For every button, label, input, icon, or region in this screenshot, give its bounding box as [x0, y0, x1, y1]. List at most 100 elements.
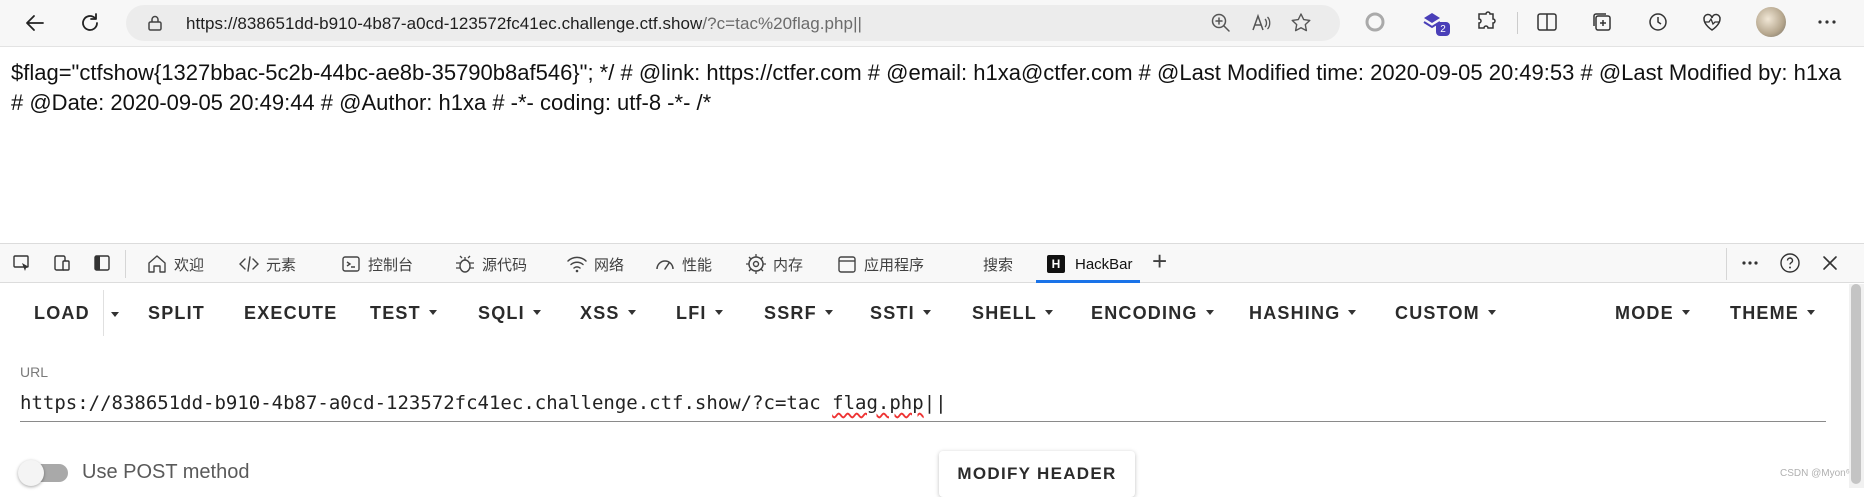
device-emulation-icon[interactable]: [52, 253, 72, 273]
split-screen-icon[interactable]: [1535, 10, 1559, 34]
bug-icon: [454, 253, 476, 275]
tab-label: 源代码: [482, 256, 528, 274]
gauge-icon: [654, 253, 676, 275]
puzzle-icon[interactable]: [1474, 10, 1498, 34]
tab-welcome[interactable]: 欢迎: [146, 252, 204, 276]
caret-down-icon: [1348, 309, 1357, 315]
url-host: https://838651dd-b910-4b87-a0cd-123572fc…: [186, 14, 703, 33]
url-field-label: URL: [20, 364, 49, 380]
close-icon[interactable]: [1820, 253, 1840, 273]
app-icon: [836, 253, 858, 275]
more-menu-icon[interactable]: [1815, 10, 1839, 34]
tab-label: 控制台: [368, 256, 414, 274]
menu-label: SSRF: [764, 303, 817, 323]
caret-down-icon: [428, 309, 437, 315]
load-divider: [103, 290, 104, 336]
url-text[interactable]: https://838651dd-b910-4b87-a0cd-123572fc…: [186, 14, 862, 34]
post-method-label: Use POST method: [82, 461, 250, 483]
url-field-flag-text: flag.php: [832, 392, 924, 414]
url-field[interactable]: https://838651dd-b910-4b87-a0cd-123572fc…: [20, 390, 1826, 422]
back-button[interactable]: [15, 3, 55, 43]
reload-icon: [82, 13, 98, 31]
menu-label: THEME: [1730, 303, 1799, 323]
zoom-icon[interactable]: [1210, 12, 1232, 34]
caret-down-icon: [1487, 309, 1496, 315]
tab-performance[interactable]: 性能: [654, 252, 712, 276]
caret-down-icon: [714, 309, 723, 315]
page-output-text: $flag="ctfshow{1327bbac-5c2b-44bc-ae8b-3…: [11, 60, 1842, 115]
tab-label: 内存: [773, 256, 804, 274]
tab-elements[interactable]: 元素: [238, 252, 296, 276]
caret-down-icon: [532, 309, 541, 315]
devtools-divider: [125, 250, 126, 278]
hackbar-menu: LOAD SPLIT EXECUTE TEST SQLI XSS LFI SSR…: [0, 284, 1848, 344]
profile-avatar[interactable]: [1756, 7, 1786, 37]
menu-label: MODE: [1615, 303, 1674, 323]
tab-label: 欢迎: [174, 256, 205, 274]
favorite-star-icon[interactable]: [1290, 12, 1312, 34]
menu-label: CUSTOM: [1395, 303, 1480, 323]
caret-down-icon: [1205, 309, 1214, 315]
tab-sources[interactable]: 源代码: [454, 252, 527, 276]
home-icon: [146, 253, 168, 275]
hashing-menu[interactable]: HASHING: [1249, 303, 1357, 324]
theme-menu[interactable]: THEME: [1730, 303, 1815, 324]
ssti-menu[interactable]: SSTI: [870, 303, 931, 324]
browser-toolbar: https://838651dd-b910-4b87-a0cd-123572fc…: [0, 0, 1864, 47]
inspect-element-icon[interactable]: [12, 253, 32, 273]
menu-label: HASHING: [1249, 303, 1341, 323]
tab-network[interactable]: 网络: [566, 252, 624, 276]
caret-down-icon: [1807, 309, 1815, 315]
url-field-suffix: ||: [923, 392, 947, 414]
ssrf-menu[interactable]: SSRF: [764, 303, 833, 324]
execute-button[interactable]: EXECUTE: [244, 303, 337, 324]
extension-badge: 2: [1436, 22, 1450, 36]
test-menu[interactable]: TEST: [370, 303, 437, 324]
hackbar-logo-icon: H: [1047, 255, 1065, 273]
help-icon[interactable]: [1779, 252, 1801, 274]
health-heart-icon[interactable]: [1700, 10, 1724, 34]
history-icon[interactable]: [1646, 10, 1670, 34]
caret-down-icon: [824, 309, 833, 315]
tab-memory[interactable]: 内存: [745, 252, 803, 276]
xss-menu[interactable]: XSS: [580, 303, 636, 324]
reload-button[interactable]: [70, 3, 110, 43]
dock-side-icon[interactable]: [92, 253, 112, 273]
tab-hackbar[interactable]: H HackBar: [1047, 252, 1133, 276]
modify-header-button[interactable]: MODIFY HEADER: [939, 451, 1135, 497]
menu-label: XSS: [580, 303, 620, 323]
lfi-menu[interactable]: LFI: [676, 303, 723, 324]
tab-label: HackBar: [1075, 255, 1133, 273]
post-toggle-switch[interactable]: [18, 460, 44, 486]
address-bar[interactable]: https://838651dd-b910-4b87-a0cd-123572fc…: [126, 5, 1340, 41]
chip-icon: [745, 253, 767, 275]
load-dropdown-icon[interactable]: [111, 312, 119, 317]
add-tab-button[interactable]: +: [1152, 246, 1167, 276]
load-button[interactable]: LOAD: [34, 303, 90, 324]
menu-label: SSTI: [870, 303, 915, 323]
encoding-menu[interactable]: ENCODING: [1091, 303, 1214, 324]
custom-menu[interactable]: CUSTOM: [1395, 303, 1496, 324]
collections-icon[interactable]: [1590, 10, 1614, 34]
shell-menu[interactable]: SHELL: [972, 303, 1054, 324]
menu-label: SQLI: [478, 303, 525, 323]
arrow-left-icon: [26, 15, 44, 31]
tab-console[interactable]: 控制台: [340, 252, 413, 276]
tab-label: 性能: [682, 256, 713, 274]
devtools-tab-bar: 欢迎 元素 控制台 源代码 网络 性能 内存 应用程序 搜索 H HackBar…: [0, 243, 1864, 283]
circle-extension-icon[interactable]: [1363, 10, 1387, 34]
tab-label: 应用程序: [864, 256, 925, 274]
tab-application[interactable]: 应用程序: [836, 252, 924, 276]
menu-label: SHELL: [972, 303, 1038, 323]
toolbar-divider: [1517, 12, 1518, 34]
hackbar-scrollbar-thumb[interactable]: [1851, 284, 1861, 484]
sqli-menu[interactable]: SQLI: [478, 303, 541, 324]
mode-menu[interactable]: MODE: [1615, 303, 1690, 324]
split-button[interactable]: SPLIT: [148, 303, 205, 324]
more-options-icon[interactable]: [1740, 253, 1760, 273]
menu-label: TEST: [370, 303, 421, 323]
tab-search[interactable]: 搜索: [983, 252, 1013, 276]
lock-icon[interactable]: [146, 14, 164, 32]
caret-down-icon: [922, 309, 931, 315]
read-aloud-icon[interactable]: [1250, 12, 1272, 34]
